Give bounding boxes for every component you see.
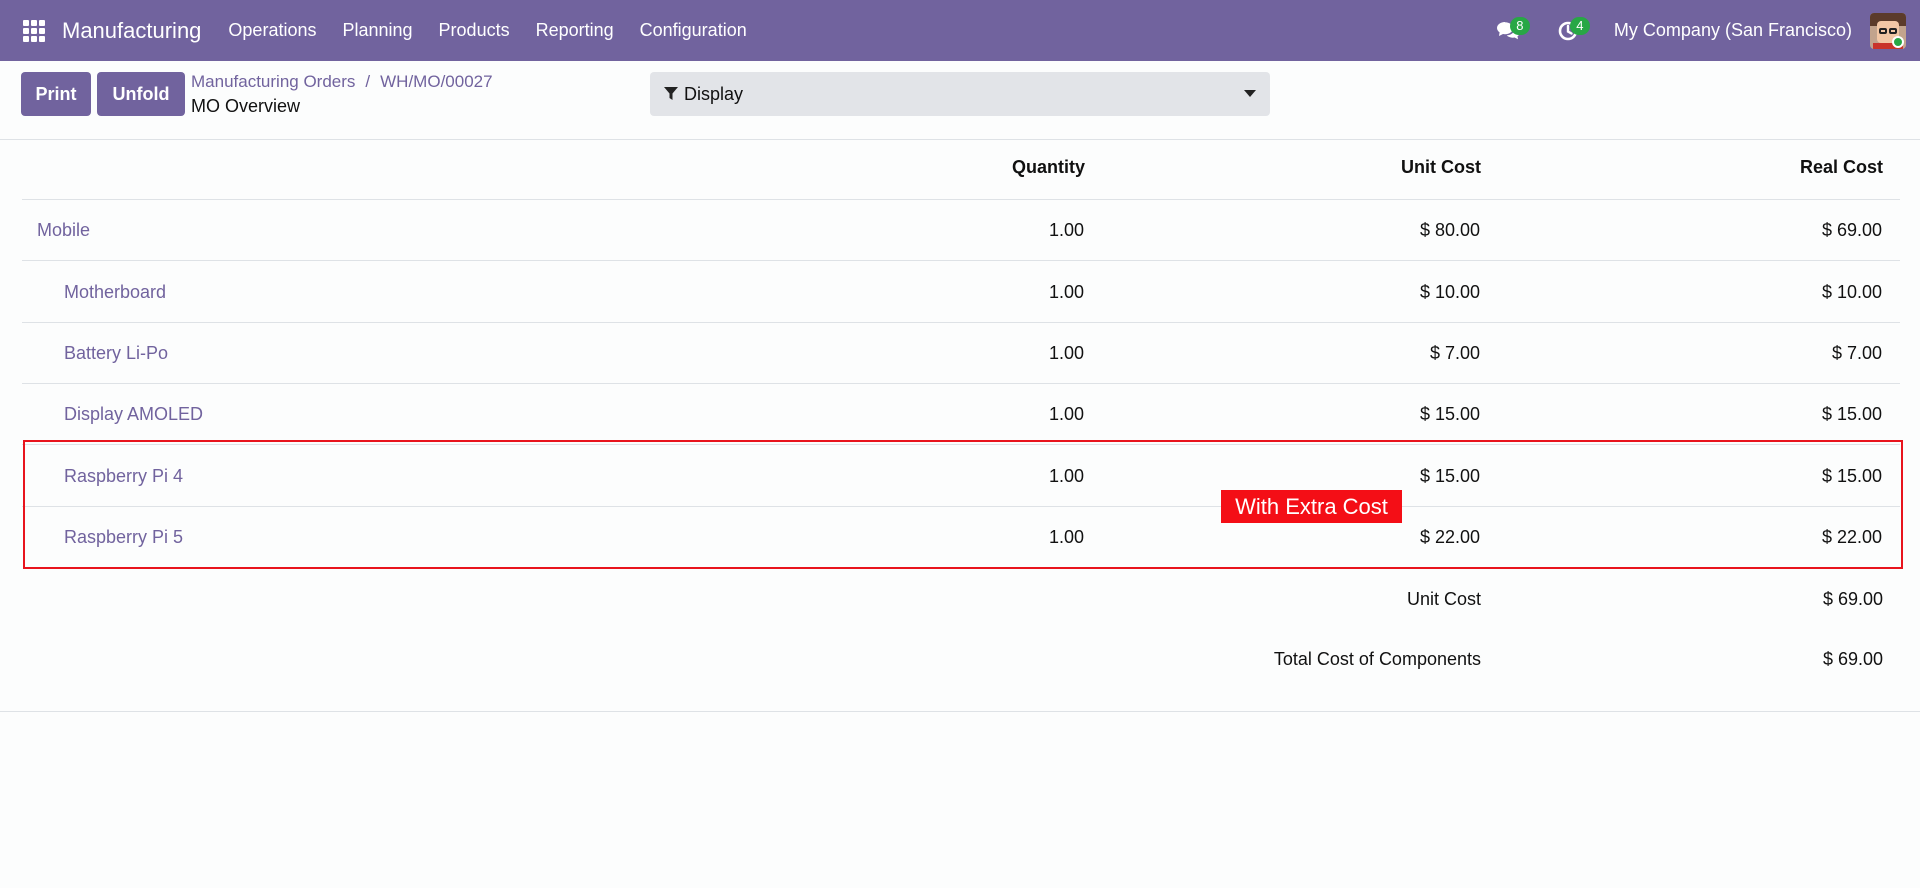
summary-unit-cost-label: Unit Cost [1406,589,1481,609]
column-header-real-cost: Real Cost [1799,157,1883,177]
summary-total-label: Total Cost of Components [1273,649,1481,669]
real-cost-cell: $ 7.00 [1831,343,1882,363]
component-link[interactable]: Motherboard [64,282,166,303]
table-row: Display AMOLED 1.00 $ 15.00 $ 15.00 [22,384,1900,445]
summary-unit-cost-value: $ 69.00 [1822,589,1883,609]
unit-cost-cell: $ 80.00 [1419,220,1480,240]
menu-products[interactable]: Products [439,20,510,41]
summary-total-value: $ 69.00 [1822,649,1883,669]
column-header-quantity: Quantity [1011,157,1085,177]
header-divider [0,139,1920,140]
messages-button[interactable]: 8 [1488,11,1530,51]
real-cost-cell: $ 10.00 [1821,282,1882,302]
page-title: MO Overview [191,96,301,116]
table-row: Motherboard 1.00 $ 10.00 $ 10.00 [22,262,1900,323]
print-button[interactable]: Print [21,72,91,116]
unit-cost-cell: $ 7.00 [1429,343,1480,363]
real-cost-cell: $ 69.00 [1821,220,1882,240]
real-cost-cell: $ 15.00 [1821,404,1882,424]
company-switcher[interactable]: My Company (San Francisco) [1614,20,1852,41]
unit-cost-cell: $ 10.00 [1419,282,1480,302]
quantity-cell: 1.00 [1048,220,1084,240]
product-link[interactable]: Mobile [37,220,90,241]
extra-cost-highlight-box [23,440,1903,569]
quantity-cell: 1.00 [1048,404,1084,424]
menu-configuration[interactable]: Configuration [640,20,747,41]
unit-cost-cell: $ 15.00 [1419,404,1480,424]
activities-count-badge: 4 [1569,16,1590,35]
menu-planning[interactable]: Planning [342,20,412,41]
activities-button[interactable]: 4 [1548,11,1590,51]
unfold-button[interactable]: Unfold [97,72,185,116]
table-row: Mobile 1.00 $ 80.00 $ 69.00 [22,200,1900,261]
online-status-icon [1892,36,1904,48]
filter-icon [664,87,678,100]
display-label: Display [684,83,744,104]
menu-reporting[interactable]: Reporting [536,20,614,41]
display-dropdown[interactable]: Display [650,72,1270,116]
component-link[interactable]: Display AMOLED [64,404,203,425]
breadcrumb-separator: / [365,72,371,91]
extra-cost-annotation: With Extra Cost [1221,490,1402,523]
breadcrumb-mo-reference[interactable]: WH/MO/00027 [380,72,492,91]
quantity-cell: 1.00 [1048,282,1084,302]
component-link[interactable]: Battery Li-Po [64,343,168,364]
app-menu-grid-icon[interactable] [22,19,46,43]
table-row: Battery Li-Po 1.00 $ 7.00 $ 7.00 [22,323,1900,384]
breadcrumb-manufacturing-orders[interactable]: Manufacturing Orders [191,72,355,91]
quantity-cell: 1.00 [1048,343,1084,363]
breadcrumb: Manufacturing Orders / WH/MO/00027 [191,72,493,92]
menu-operations[interactable]: Operations [228,20,316,41]
caret-down-icon [1244,90,1256,97]
footer-divider [0,711,1920,712]
messages-count-badge: 8 [1509,16,1530,35]
top-navbar: Manufacturing Operations Planning Produc… [0,0,1920,61]
app-brand[interactable]: Manufacturing [62,18,201,44]
column-header-unit-cost: Unit Cost [1401,157,1481,177]
